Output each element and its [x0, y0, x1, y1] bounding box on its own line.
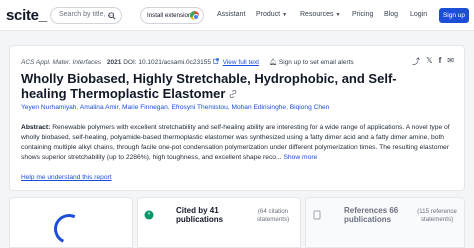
paper-doi: DOI: 10.1021/acsami.0c23155: [123, 59, 211, 66]
chevron-down-icon: ▼: [335, 12, 341, 18]
cited-by-tile[interactable]: " Cited by 41 publications (64 citation …: [137, 197, 301, 248]
svg-text:": ": [147, 212, 150, 220]
loading-spinner: [49, 209, 89, 248]
nav-blog[interactable]: Blog: [384, 11, 398, 18]
external-link-icon: [213, 58, 219, 64]
search-placeholder: Search by title, ...: [59, 11, 114, 18]
scite-logo[interactable]: scite_: [6, 7, 47, 24]
abstract-text: Renewable polymers with excellent stretc…: [21, 124, 450, 161]
twitter-icon[interactable]: 𝕏: [426, 56, 432, 67]
email-alerts-link[interactable]: Sign up to set email alerts: [279, 59, 354, 66]
author-link[interactable]: Yeyen Nurhamiyah: [21, 104, 76, 111]
journal-name: ACS Appl. Mater. Interfaces: [21, 59, 102, 66]
abstract: Abstract: Renewable polymers with excell…: [21, 123, 461, 163]
document-icon: [313, 210, 321, 220]
install-extension-label: Install extension!: [147, 12, 194, 19]
author-link[interactable]: Marie Finnegan: [122, 104, 168, 111]
nav-product[interactable]: Product ▼: [256, 11, 287, 18]
loading-panel: [9, 197, 133, 248]
author-link[interactable]: Mohan Edirisinghe: [231, 104, 286, 111]
paper-title: Wholly Biobased, Highly Stretchable, Hyd…: [21, 71, 441, 101]
bell-icon[interactable]: 🔔︎: [269, 59, 277, 66]
paper-card: ACS Appl. Mater. Interfaces 2021 DOI: 10…: [9, 45, 465, 191]
references-tile[interactable]: References 66 publications (115 referenc…: [305, 197, 465, 248]
share-icon[interactable]: ⤴: [412, 56, 420, 67]
nav-resources-label: Resources: [300, 11, 334, 18]
search-input[interactable]: Search by title, ...: [50, 7, 122, 24]
paper-meta: ACS Appl. Mater. Interfaces 2021 DOI: 10…: [21, 58, 354, 66]
top-navbar: scite_ Search by title, ... Install exte…: [0, 0, 474, 31]
social-share: ⤴ 𝕏 f ✉: [412, 56, 454, 67]
nav-product-label: Product: [256, 11, 281, 18]
author-link[interactable]: Biqiong Chen: [290, 104, 330, 111]
nav-login[interactable]: Login: [410, 11, 427, 18]
nav-pricing[interactable]: Pricing: [352, 11, 373, 18]
cited-by-count: Cited by 41 publications: [176, 206, 224, 224]
nav-resources[interactable]: Resources ▼: [300, 11, 340, 18]
chrome-icon: [190, 11, 199, 20]
author-list: Yeyen Nurhamiyah, Amalina Amir, Marie Fi…: [21, 104, 330, 111]
citation-statements: (64 citation statements): [256, 208, 290, 223]
chevron-down-icon: ▼: [282, 12, 288, 18]
signup-button[interactable]: Sign up: [439, 8, 469, 23]
reference-statements: (115 reference statements): [417, 208, 457, 223]
link-icon[interactable]: [229, 89, 237, 99]
nav-assistant[interactable]: Assistant: [217, 11, 245, 18]
install-extension-button[interactable]: Install extension!: [140, 7, 204, 24]
facebook-icon[interactable]: f: [439, 56, 442, 67]
author-link[interactable]: Efrosyni Themistou: [171, 104, 227, 111]
quote-icon: ": [144, 210, 154, 220]
view-full-text-link[interactable]: View full text: [223, 59, 259, 66]
search-icon[interactable]: [108, 12, 116, 20]
help-understand-link[interactable]: Help me understand this report: [21, 174, 112, 181]
author-link[interactable]: Amalina Amir: [80, 104, 118, 111]
email-icon[interactable]: ✉: [447, 56, 454, 67]
abstract-label: Abstract:: [21, 124, 51, 131]
paper-title-text: Wholly Biobased, Highly Stretchable, Hyd…: [21, 71, 397, 101]
show-more-link[interactable]: Show more: [283, 154, 317, 161]
paper-year: 2021: [106, 59, 122, 66]
references-count: References 66 publications: [344, 206, 399, 224]
